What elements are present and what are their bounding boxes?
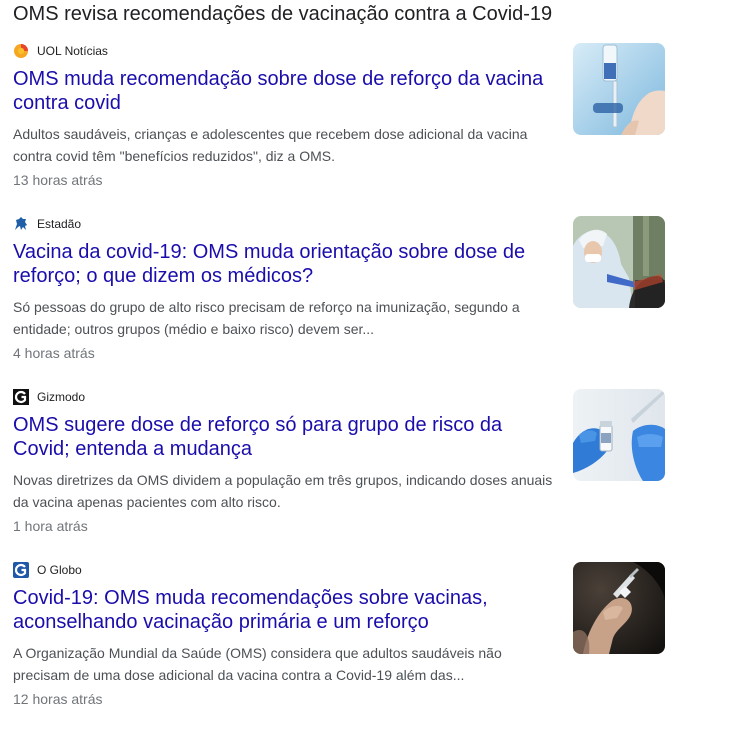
story-snippet: Novas diretrizes da OMS dividem a popula… xyxy=(13,472,553,510)
oglobo-logo-icon xyxy=(13,562,29,578)
news-source[interactable]: O Globo xyxy=(13,562,82,578)
news-source[interactable]: Gizmodo xyxy=(13,389,85,405)
story-thumbnail[interactable] xyxy=(573,216,665,308)
news-story[interactable]: UOL Notícias OMS muda recomendação sobre… xyxy=(0,43,742,216)
story-snippet: Adultos saudáveis, crianças e adolescent… xyxy=(13,126,528,164)
story-snippet: A Organização Mundial da Saúde (OMS) con… xyxy=(13,645,502,683)
story-timestamp: 1 hora atrás xyxy=(13,518,88,534)
story-timestamp: 12 horas atrás xyxy=(13,691,103,707)
story-title-link[interactable]: OMS sugere dose de reforço só para grupo… xyxy=(13,413,558,461)
story-timestamp: 4 horas atrás xyxy=(13,345,95,361)
source-name: O Globo xyxy=(37,563,82,577)
story-thumbnail[interactable] xyxy=(573,43,665,135)
source-name: Gizmodo xyxy=(37,390,86,404)
uol-logo-icon xyxy=(13,43,29,59)
news-story[interactable]: Estadão Vacina da covid-19: OMS muda ori… xyxy=(0,216,742,389)
estadao-logo-icon xyxy=(13,216,29,232)
syringe-vial-photo xyxy=(573,43,665,135)
story-title-link[interactable]: Vacina da covid-19: OMS muda orientação … xyxy=(13,240,558,288)
news-source[interactable]: Estadão xyxy=(13,216,81,232)
section-heading: OMS revisa recomendações de vacinação co… xyxy=(13,3,553,25)
news-source[interactable]: UOL Notícias xyxy=(13,43,108,59)
story-title-link[interactable]: OMS muda recomendação sobre dose de refo… xyxy=(13,67,558,115)
news-story[interactable]: Gizmodo OMS sugere dose de reforço só pa… xyxy=(0,389,742,562)
story-thumbnail[interactable] xyxy=(573,389,665,481)
story-thumbnail[interactable] xyxy=(573,562,665,654)
source-name: Estadão xyxy=(37,217,82,231)
story-title-link[interactable]: Covid-19: OMS muda recomendações sobre v… xyxy=(13,586,558,634)
health-worker-vaccinating-photo xyxy=(573,216,665,308)
story-timestamp: 13 horas atrás xyxy=(13,172,103,188)
gizmodo-logo-icon xyxy=(13,389,29,405)
story-snippet: Só pessoas do grupo de alto risco precis… xyxy=(13,299,520,337)
news-story[interactable]: O Globo Covid-19: OMS muda recomendações… xyxy=(0,562,742,735)
hand-holding-syringe-photo xyxy=(573,562,665,654)
source-name: UOL Notícias xyxy=(37,44,108,58)
gloved-hands-vial-photo xyxy=(573,389,665,481)
